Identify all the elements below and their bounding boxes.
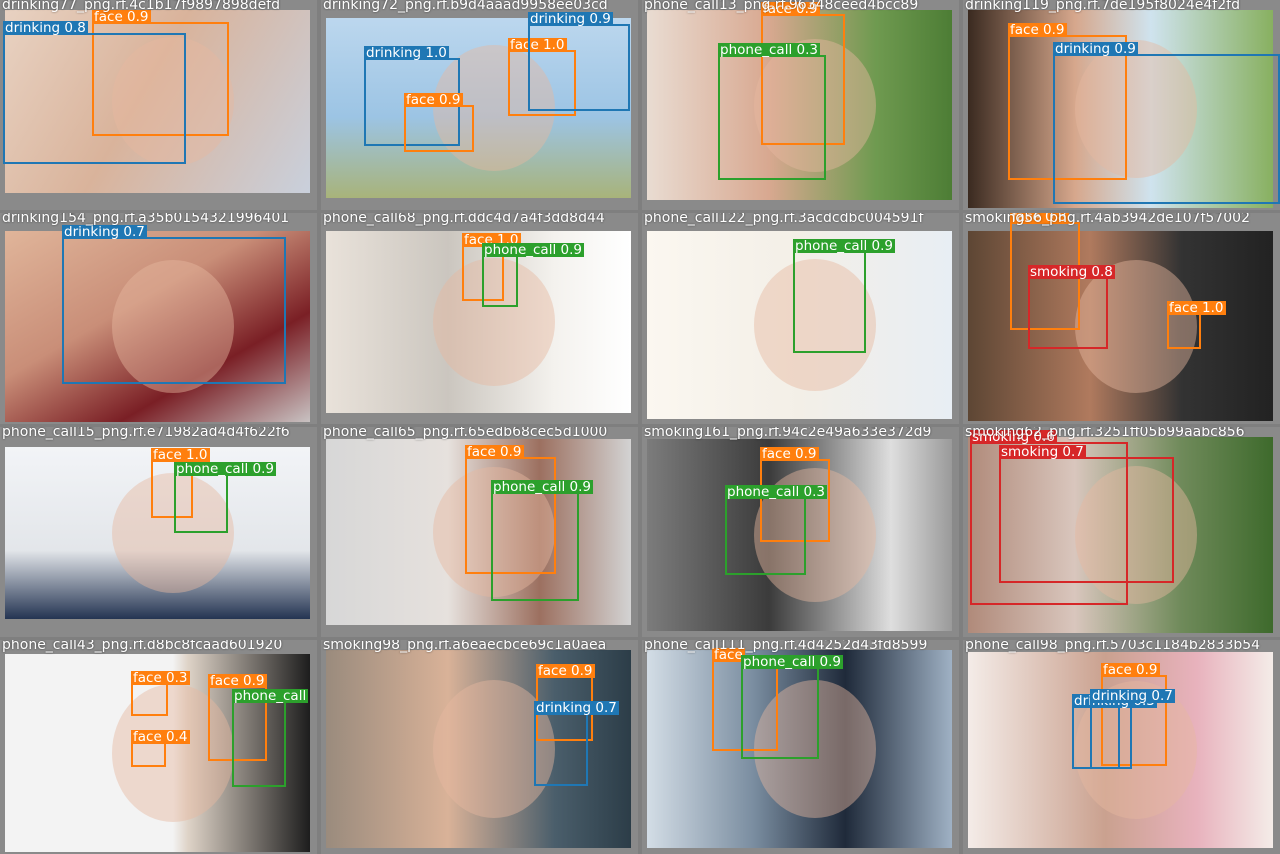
detection-label: smoking 0.8 <box>1028 264 1115 280</box>
result-tile: phone_call98_png.rf.5703c1184b2833b54fac… <box>963 640 1280 854</box>
detection-label: drinking 1.0 <box>364 45 449 61</box>
detection-label: drinking 0.8 <box>3 20 88 36</box>
detection-label: phone_call 0.9 <box>793 238 895 254</box>
detection-label: face 0.4 <box>131 729 190 745</box>
detection-label: phone_call 0.9 <box>741 654 843 670</box>
filename-label: phone_call122_png.rf.3acdcdbc004591f <box>644 213 924 226</box>
result-tile: smoking161_png.rf.94c2e49a633e372d9face … <box>642 427 959 637</box>
detection-label: face 1.0 <box>151 447 210 463</box>
detection-label: face 0.9 <box>1101 662 1160 678</box>
phone-call-detection-box: phone_call 0.9 <box>482 243 584 307</box>
drinking-detection-box: drinking 0.9 <box>1053 42 1280 204</box>
smoking-detection-box: smoking 0.7 <box>999 445 1174 583</box>
drinking-detection-box: drinking 0.7 <box>1090 689 1175 769</box>
detection-label: face 0.9 <box>208 673 267 689</box>
detection-label: phone_call 0.3 <box>718 42 820 58</box>
phone-call-detection-box: phone_call 0.3 <box>718 43 826 180</box>
filename-label: phone_call68_png.rf.ddc4d7a4f3dd8d44 <box>323 213 605 226</box>
detection-label: phone_call 0.3 <box>725 484 827 500</box>
result-tile: smoking62_png.rf.3251ff05b99aabc856smoki… <box>963 427 1280 637</box>
result-tile: drinking154_png.rf.a35b0154321996401 drin… <box>0 213 317 424</box>
result-tile: phone_call13_png.rf.96348ceed4bcc89 face … <box>642 0 959 210</box>
drinking-detection-box: drinking 0.7 <box>534 701 619 786</box>
detection-label: drinking 0.7 <box>534 700 619 716</box>
detection-label: face 1.0 <box>1167 300 1226 316</box>
phone-call-detection-box: phone_call 0.9 <box>174 462 276 533</box>
result-tile: smoking56_png.rf.4ab3942de107f57002face … <box>963 213 1280 424</box>
phone-call-detection-box: phone_call 0.3 <box>725 485 827 575</box>
result-tile: smoking98_png.rf.a6eaecbce69c1a0aeaface … <box>321 640 638 854</box>
filename-label: drinking154_png.rf.a35b0154321996401 <box>2 213 290 226</box>
detection-label: face 0.9 <box>536 663 595 679</box>
result-tile: drinking119_png.rf.7de195f8024e4f2fdface… <box>963 0 1280 210</box>
result-tile: drinking77_png.rf.4c1b17f9897898defd face… <box>0 0 317 210</box>
detection-label: face 0.9 <box>404 92 463 108</box>
detection-label: face 0.9 <box>465 444 524 460</box>
result-tile: phone_call122_png.rf.3acdcdbc004591fphon… <box>642 213 959 424</box>
detection-label: face 0.3 <box>131 670 190 686</box>
detection-label: drinking 0.9 <box>528 11 613 27</box>
detection-label: drinking 0.9 <box>1053 41 1138 57</box>
phone-call-detection-box: phone_call 0.9 <box>491 480 593 601</box>
drinking-detection-box: drinking 0.9 <box>528 12 630 111</box>
drinking-detection-box: drinking 0.7 <box>62 225 286 384</box>
filename-label: drinking72_png.rf.b9d4aaad9958ee03cd <box>323 0 608 13</box>
filename-label: phone_call13_png.rf.96348ceed4bcc89 <box>644 0 919 13</box>
drinking-detection-box: drinking 0.8 <box>3 21 186 164</box>
phone-call-detection-box: phone_call 0.9 <box>741 655 843 759</box>
detection-label: smoking 0.7 <box>999 444 1086 460</box>
detection-label: phone_call <box>232 688 309 704</box>
phone-call-detection-box: phone_call 0.9 <box>793 239 895 353</box>
face-detection-box: face 0.3 <box>131 671 190 716</box>
filename-label: smoking62_png.rf.3251ff05b99aabc856 <box>965 427 1245 440</box>
smoking-detection-box: smoking 0.8 <box>1028 265 1115 349</box>
filename-label: phone_call15_png.rf.e71982ad4d4f622f6 <box>2 427 290 440</box>
result-tile: phone_call68_png.rf.ddc4d7a4f3dd8d44 face… <box>321 213 638 424</box>
detection-label: face 0.9 <box>760 446 819 462</box>
detection-label: drinking 0.7 <box>62 224 147 240</box>
detection-label: drinking 0.7 <box>1090 688 1175 704</box>
phone-call-detection-box: phone_call <box>232 689 309 787</box>
filename-label: drinking77_png.rf.4c1b17f9897898defd <box>2 0 280 13</box>
filename-label: phone_call43_png.rf.d8bc8fcaad601920 <box>2 640 283 653</box>
result-tile: phone_call65_png.rf.65edb68cec5d1000face… <box>321 427 638 637</box>
filename-label: phone_call65_png.rf.65edb68cec5d1000 <box>323 427 608 440</box>
filename-label: phone_call98_png.rf.5703c1184b2833b54 <box>965 640 1261 653</box>
result-tile: phone_call111_png.rf.4d4252d43fd8599 face… <box>642 640 959 854</box>
face-detection-box: face 0.9 <box>404 93 474 152</box>
detection-label: phone_call 0.9 <box>482 242 584 258</box>
face-detection-box: face 0.4 <box>131 730 190 767</box>
detection-label: face 0.9 <box>1008 22 1067 38</box>
filename-label: smoking161_png.rf.94c2e49a633e372d9 <box>644 427 932 440</box>
result-tile: phone_call15_png.rf.e71982ad4d4f622f6fac… <box>0 427 317 637</box>
filename-label: drinking119_png.rf.7de195f8024e4f2fd <box>965 0 1240 13</box>
result-tile: drinking72_png.rf.b9d4aaad9958ee03cd drin… <box>321 0 638 210</box>
filename-label: smoking56_png.rf.4ab3942de107f57002 <box>965 213 1250 226</box>
detection-label: phone_call 0.9 <box>174 461 276 477</box>
detection-label: phone_call 0.9 <box>491 479 593 495</box>
filename-label: phone_call111_png.rf.4d4252d43fd8599 <box>644 640 928 653</box>
face-detection-box: face 1.0 <box>1167 301 1226 349</box>
result-tile: phone_call43_png.rf.d8bc8fcaad601920face… <box>0 640 317 854</box>
filename-label: smoking98_png.rf.a6eaecbce69c1a0aea <box>323 640 607 653</box>
